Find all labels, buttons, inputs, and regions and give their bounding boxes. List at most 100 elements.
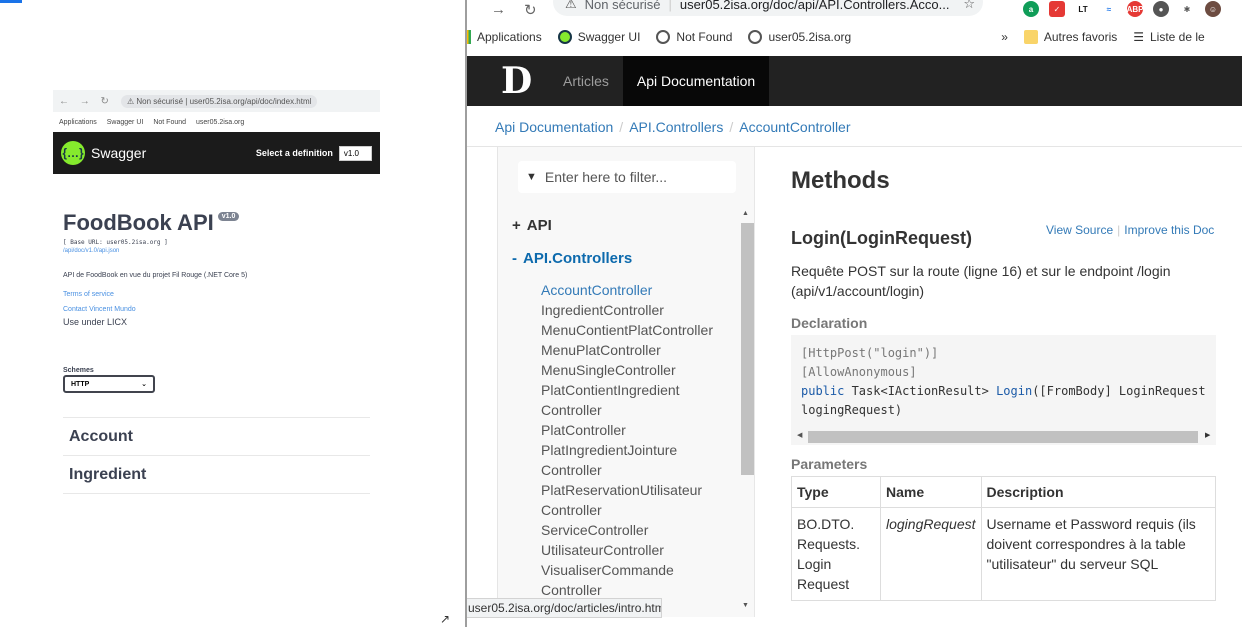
toc-item-menuplatcontroller[interactable]: MenuPlatController [541,340,732,360]
reload-icon[interactable]: ↻ [524,1,537,19]
breadcrumb-accountcontroller[interactable]: AccountController [739,119,850,135]
param-type-line: Requests. [797,536,861,552]
thumb-body: FoodBook API v1.0 [ Base URL: user05.2is… [53,174,380,494]
scroll-up-icon[interactable]: ▲ [742,210,749,217]
profile-avatar[interactable]: ☺ [1205,1,1221,17]
scroll-left-icon[interactable]: ◀ [797,431,802,439]
param-description: Username et Password requis (ils doivent… [980,507,1217,601]
tab-articles[interactable]: Articles [549,56,623,106]
toc-item-menusinglecontroller[interactable]: MenuSingleController [541,360,732,380]
toc-item-platingredientjointure-cont[interactable]: Controller [541,460,732,480]
thumb-terms-link: Terms of service [63,291,114,298]
toc-item-visualisercommande-cont[interactable]: Controller [541,580,732,600]
extension-wave-icon[interactable]: ≈ [1101,1,1117,17]
thumb-base-url: [ Base URL: user05.2isa.org ] [63,239,168,246]
toc-item-utilisateurcontroller[interactable]: UtilisateurController [541,540,732,560]
doc-links: View Source | Improve this Doc [1046,223,1214,237]
extension-abp-icon[interactable]: ABP [1127,1,1143,17]
extension-lt-icon[interactable]: LT [1075,1,1091,17]
toc-item-platreservationutilisateur[interactable]: PlatReservationUtilisateur [541,480,732,500]
thumb-swagger-name: Swagger [91,145,147,161]
toc-item-api[interactable]: + API [512,217,732,237]
code-args: ([FromBody] LoginRequest [1032,384,1206,398]
tab-api-documentation[interactable]: Api Documentation [622,56,770,106]
improve-doc-link[interactable]: Improve this Doc [1124,223,1214,237]
bookmark-site[interactable]: user05.2isa.org [748,30,851,44]
toc-scrollbar-thumb[interactable] [741,223,754,475]
address-bar[interactable]: ⚠ Non sécurisé | user05.2isa.org/doc/api… [553,0,983,16]
thumb-bm-swagger: Swagger UI [106,118,144,126]
table-row: BO.DTO. Requests. Login Request logingRe… [791,507,1217,601]
breadcrumb-api-controllers[interactable]: API.Controllers [629,119,723,135]
screen: ← → ↻ ⚠ Non sécurisé | user05.2isa.org/a… [0,0,1242,627]
extension-circles-icon[interactable]: ● [1153,1,1169,17]
bookmark-notfound[interactable]: Not Found [656,30,732,44]
forward-icon[interactable]: → [491,1,506,19]
scroll-down-icon[interactable]: ▼ [742,602,749,609]
link-separator: | [1117,223,1121,237]
filter-icon: ▼ [526,171,537,183]
extension-grammarly-icon[interactable]: a [1023,1,1039,17]
swagger-logo-icon: {…} [61,141,85,165]
col-header-description: Description [980,476,1217,508]
browser-window: → ↻ ⚠ Non sécurisé | user05.2isa.org/doc… [467,0,1242,627]
bookmark-site-label: user05.2isa.org [768,30,852,44]
bookmark-swagger[interactable]: Swagger UI [557,30,640,44]
toc-item-platcontroller[interactable]: PlatController [541,420,732,440]
thumb-schemes: Schemes HTTP ⌄ [63,367,370,393]
param-name: logingRequest [880,507,982,601]
toc-item-menucontientplatcontroller[interactable]: MenuContientPlatController [541,320,732,340]
methods-heading: Methods [791,167,890,194]
col-header-name: Name [880,476,982,508]
toc-item-platingredientjointure[interactable]: PlatIngredientJointure [541,440,732,460]
folder-icon [1023,30,1038,44]
toc-item-platcontientingredient[interactable]: PlatContientIngredient [541,380,732,400]
toc-filter-input[interactable]: ▼ Enter here to filter... [518,161,736,193]
thumb-version-badge: v1.0 [217,212,240,221]
method-summary: Requête POST sur la route (ligne 16) et … [791,263,1171,299]
view-source-link[interactable]: View Source [1046,223,1113,237]
thumb-bm-notfound: Not Found [153,118,187,126]
thumb-url-text: user05.2isa.org/api/doc/index.html [189,96,312,106]
toc-item-api-controllers[interactable]: - API.Controllers [512,250,732,270]
scroll-right-icon[interactable]: ▶ [1205,431,1210,439]
bookmark-applications[interactable]: Applications [467,30,542,44]
expand-icon[interactable]: + [512,217,521,234]
code-scrollbar-thumb[interactable] [808,431,1198,443]
toc-item-platreservationutilisateur-cont[interactable]: Controller [541,500,732,520]
toc-item-platcontientingredient-cont[interactable]: Controller [541,400,732,420]
col-header-type: Type [791,476,881,508]
toc-item-servicecontroller[interactable]: ServiceController [541,520,732,540]
extension-todo-icon[interactable]: ✓ [1049,1,1065,17]
param-type-line: BO.DTO. [797,516,855,532]
breadcrumb-api-documentation[interactable]: Api Documentation [495,119,613,135]
toc-controllers-list: AccountController IngredientController M… [541,280,732,600]
bookmarks-more-button[interactable]: » [1001,30,1008,44]
docfx-logo[interactable]: D [501,63,549,99]
warning-icon[interactable]: ⚠ [565,0,577,12]
swagger-icon [557,30,572,44]
breadcrumb-separator: / [619,119,624,135]
status-url-tooltip: user05.2isa.org/doc/articles/intro.html [467,598,662,618]
left-accent-bar [0,0,22,3]
toc-item-visualisercommande[interactable]: VisualiserCommande [541,560,732,580]
thumb-scheme-select: HTTP ⌄ [63,375,155,393]
collapse-icon[interactable]: - [512,250,517,267]
extensions-puzzle-icon[interactable]: ✱ [1179,1,1195,17]
declaration-code: [HttpPost("login")] [AllowAnonymous] pub… [791,335,1216,445]
toc-scrollbar[interactable]: ▲ ▼ [739,210,754,610]
resize-arrow-icon[interactable]: ↗ [440,612,450,626]
thumb-api-title-text: FoodBook API [63,210,214,235]
thumb-bm-site: user05.2isa.org [196,118,245,126]
param-type-line: Request [797,576,850,592]
thumb-api-title: FoodBook API v1.0 [63,210,370,236]
globe-icon [748,30,763,44]
code-scrollbar[interactable]: ◀ ▶ [797,430,1213,444]
star-icon[interactable]: ☆ [963,0,975,12]
thumb-address-bar: ← → ↻ ⚠ Non sécurisé | user05.2isa.org/a… [53,90,380,112]
toc-item-ingredientcontroller[interactable]: IngredientController [541,300,732,320]
reading-list[interactable]: ☰ Liste de le [1133,30,1204,44]
bookmark-other[interactable]: Autres favoris [1023,30,1117,44]
declaration-label: Declaration [791,315,868,331]
toc-item-accountcontroller[interactable]: AccountController [541,280,732,300]
